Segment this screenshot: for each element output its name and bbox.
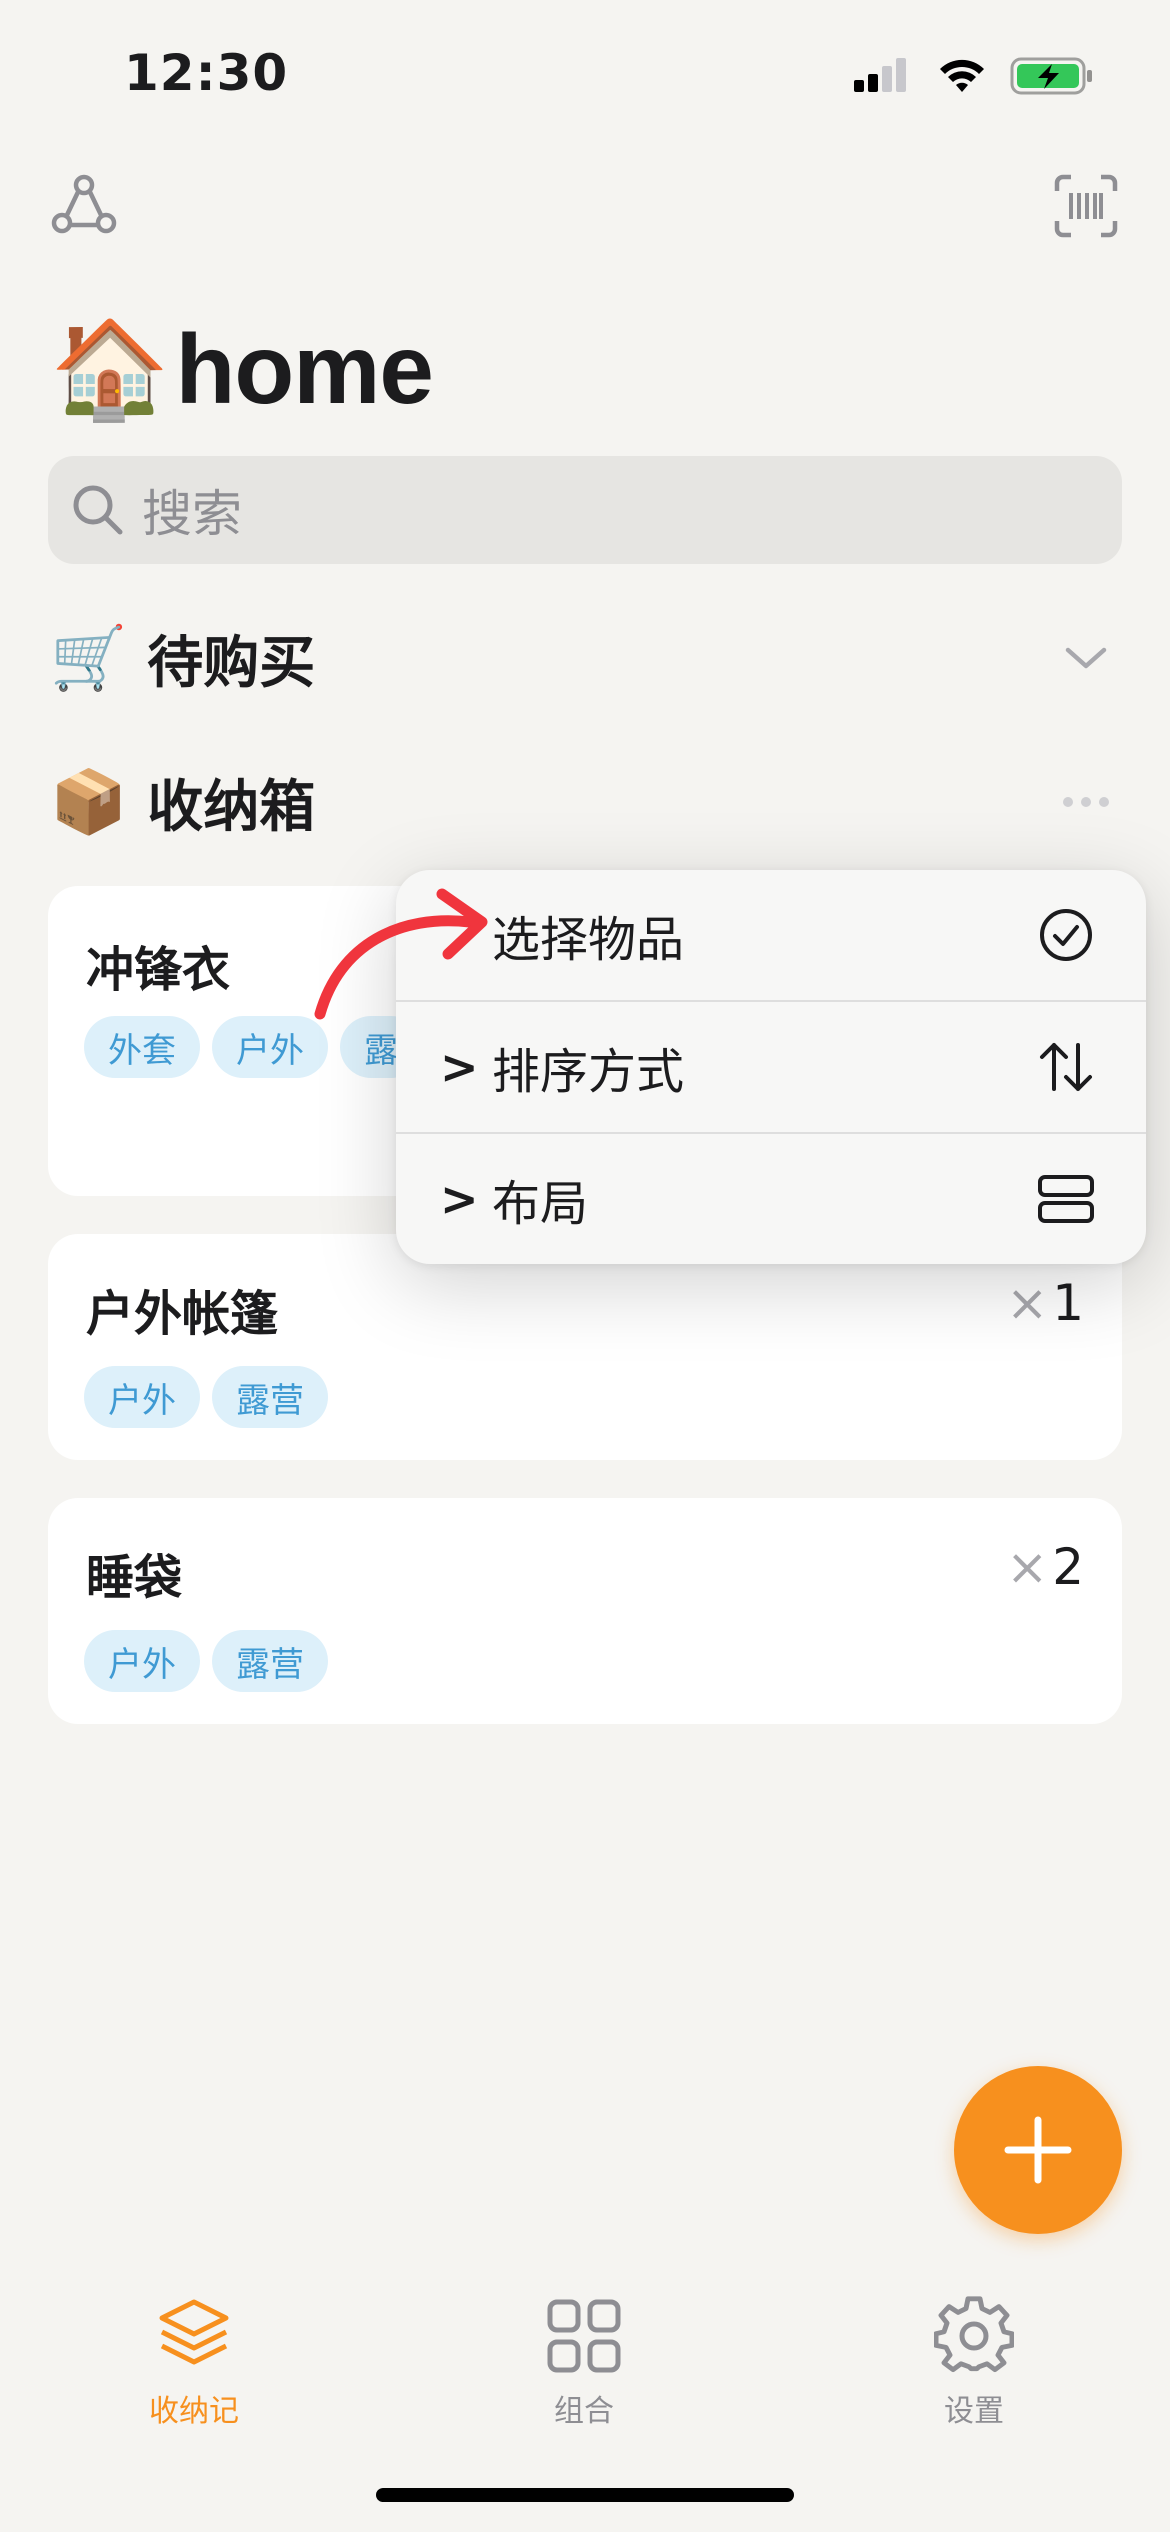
item-name: 户外帐篷 bbox=[86, 1286, 279, 1342]
menu-item-select-items[interactable]: 选择物品 bbox=[396, 870, 1146, 1000]
sort-arrows-icon bbox=[1040, 1043, 1092, 1091]
checkmark-circle-icon bbox=[1040, 909, 1092, 961]
barcode-scan-icon bbox=[1054, 174, 1118, 238]
status-icons bbox=[854, 54, 1094, 98]
tab-storage[interactable]: 收纳记 bbox=[94, 2296, 294, 2430]
status-time: 12:30 bbox=[124, 44, 289, 102]
tag[interactable]: 露营 bbox=[212, 1366, 328, 1428]
item-card[interactable]: 睡袋 × 2 户外 露营 bbox=[48, 1498, 1122, 1724]
multiply-icon: × bbox=[1006, 1274, 1049, 1332]
multiply-icon: × bbox=[1006, 1538, 1049, 1596]
home-indicator bbox=[376, 2488, 794, 2502]
search-icon bbox=[73, 485, 123, 535]
item-tags: 外套 户外 露 bbox=[84, 1016, 422, 1078]
tab-label: 收纳记 bbox=[149, 2394, 239, 2429]
tag[interactable]: 户外 bbox=[84, 1630, 200, 1692]
section-title: 待购买 bbox=[147, 630, 316, 696]
plus-icon bbox=[1004, 2116, 1072, 2184]
layers-icon bbox=[159, 2299, 229, 2365]
tab-label: 组合 bbox=[554, 2394, 614, 2429]
chevron-right-icon: > bbox=[440, 1172, 479, 1226]
item-tags: 户外 露营 bbox=[84, 1630, 328, 1692]
cart-emoji: 🛒 bbox=[50, 621, 128, 694]
scan-barcode-button[interactable] bbox=[1048, 168, 1124, 244]
tag[interactable]: 外套 bbox=[84, 1016, 200, 1078]
menu-item-sort[interactable]: > 排序方式 bbox=[396, 1002, 1146, 1132]
cellular-signal-icon bbox=[854, 58, 906, 92]
tag[interactable]: 露营 bbox=[212, 1630, 328, 1692]
item-quantity: × 2 bbox=[1006, 1538, 1084, 1596]
box-emoji: 📦 bbox=[50, 765, 128, 838]
section-storage-box[interactable]: 📦 收纳箱 bbox=[50, 762, 315, 842]
context-menu: 选择物品 > 排序方式 > 布局 bbox=[396, 870, 1146, 1264]
item-name: 冲锋衣 bbox=[86, 942, 231, 998]
tag[interactable]: 户外 bbox=[212, 1016, 328, 1078]
grid-icon bbox=[547, 2299, 621, 2373]
quantity-value: 2 bbox=[1052, 1538, 1084, 1596]
item-name: 睡袋 bbox=[86, 1550, 183, 1606]
wifi-icon bbox=[940, 59, 984, 92]
section-title: 收纳箱 bbox=[147, 774, 316, 840]
tab-combination[interactable]: 组合 bbox=[484, 2296, 684, 2430]
menu-item-label: 排序方式 bbox=[492, 1044, 685, 1100]
item-quantity: × 1 bbox=[1006, 1274, 1084, 1332]
battery-charging-icon bbox=[1010, 57, 1092, 95]
menu-item-label: 布局 bbox=[492, 1176, 589, 1232]
search-field[interactable]: 搜索 bbox=[48, 456, 1122, 564]
annotation-arrow-icon bbox=[314, 888, 488, 1020]
page-title-text: home bbox=[175, 313, 434, 424]
gear-icon bbox=[934, 2296, 1014, 2373]
item-card[interactable]: 户外帐篷 × 1 户外 露营 bbox=[48, 1234, 1122, 1460]
quantity-value: 1 bbox=[1052, 1274, 1084, 1332]
page-title: 🏠 home bbox=[50, 304, 434, 434]
tab-label: 设置 bbox=[944, 2394, 1004, 2429]
house-emoji: 🏠 bbox=[50, 312, 170, 425]
chevron-down-icon[interactable] bbox=[1064, 642, 1108, 672]
menu-item-layout[interactable]: > 布局 bbox=[396, 1134, 1146, 1264]
search-placeholder: 搜索 bbox=[142, 485, 242, 543]
tag[interactable]: 户外 bbox=[84, 1366, 200, 1428]
share-button[interactable] bbox=[46, 168, 122, 244]
more-options-icon[interactable] bbox=[1062, 796, 1110, 808]
share-network-icon bbox=[51, 174, 117, 234]
section-to-buy[interactable]: 🛒 待购买 bbox=[50, 618, 315, 698]
chevron-right-icon: > bbox=[440, 1040, 479, 1094]
menu-item-label: 选择物品 bbox=[492, 912, 685, 968]
layout-icon bbox=[1038, 1175, 1094, 1223]
add-item-button[interactable] bbox=[954, 2066, 1122, 2234]
tab-settings[interactable]: 设置 bbox=[874, 2296, 1074, 2430]
item-tags: 户外 露营 bbox=[84, 1366, 328, 1428]
